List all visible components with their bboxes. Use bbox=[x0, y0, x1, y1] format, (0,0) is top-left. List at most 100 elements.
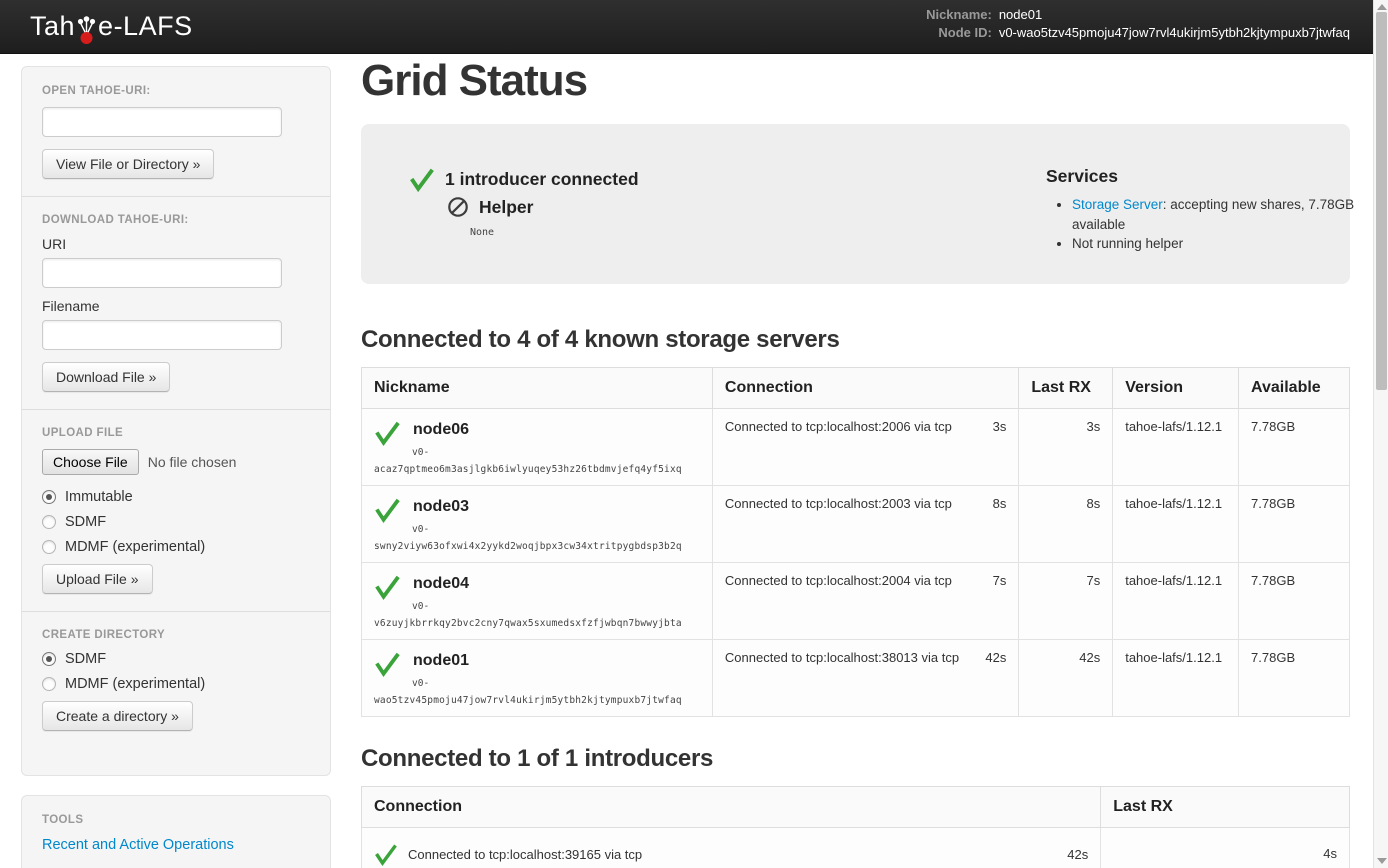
radio-label: SDMF bbox=[65, 651, 106, 667]
scrollbar-thumb[interactable] bbox=[1376, 12, 1387, 390]
file-chosen-status: No file chosen bbox=[148, 454, 237, 470]
tools-heading: TOOLS bbox=[42, 814, 310, 826]
radio-selected-icon[interactable] bbox=[42, 490, 56, 504]
section-divider bbox=[22, 409, 330, 410]
introducer-status-text: 1 introducer connected bbox=[445, 169, 639, 190]
server-available: 7.78GB bbox=[1239, 640, 1350, 717]
main-content: Grid Status 1 introducer connected Helpe… bbox=[361, 0, 1350, 868]
table-row: node03 v0- swny2viyw63ofxwi4x2yykd2woqjb… bbox=[362, 486, 1350, 563]
col-header-connection: Connection bbox=[712, 368, 1018, 409]
logo-text-suffix: e-LAFS bbox=[98, 11, 193, 42]
server-last-rx: 7s bbox=[1019, 563, 1113, 640]
upload-format-option-sdmf[interactable]: SDMF bbox=[42, 514, 310, 530]
open-uri-heading: OPEN TAHOE-URI: bbox=[42, 85, 310, 97]
col-header-nickname: Nickname bbox=[362, 368, 713, 409]
upload-file-section: UPLOAD FILE Choose File No file chosen I… bbox=[42, 427, 310, 594]
choose-file-button[interactable]: Choose File bbox=[42, 449, 139, 475]
filename-field-label: Filename bbox=[42, 298, 310, 314]
recent-operations-link[interactable]: Recent and Active Operations bbox=[42, 837, 234, 853]
green-check-icon bbox=[374, 842, 398, 866]
service-storage-item: Storage Server: accepting new shares, 7.… bbox=[1072, 195, 1376, 234]
view-file-or-directory-button[interactable]: View File or Directory » bbox=[42, 149, 214, 179]
server-nickname: node04 bbox=[413, 573, 469, 593]
storage-server-link[interactable]: Storage Server bbox=[1072, 197, 1163, 212]
radio-unselected-icon[interactable] bbox=[42, 515, 56, 529]
create-directory-section: CREATE DIRECTORY SDMF MDMF (experimental… bbox=[42, 629, 310, 731]
radio-label: MDMF (experimental) bbox=[65, 676, 205, 692]
green-check-icon bbox=[409, 166, 435, 192]
server-id-prefix: v0- bbox=[412, 678, 700, 689]
connection-age: 3s bbox=[993, 419, 1007, 434]
services-panel: Services Storage Server: accepting new s… bbox=[1046, 166, 1376, 254]
radio-label: Immutable bbox=[65, 489, 133, 505]
sidebar-tools-panel: TOOLS Recent and Active Operations bbox=[21, 795, 331, 868]
server-last-rx: 8s bbox=[1019, 486, 1113, 563]
scroll-up-arrow-icon[interactable] bbox=[1377, 4, 1387, 10]
dir-format-option-mdmf[interactable]: MDMF (experimental) bbox=[42, 676, 310, 692]
create-directory-heading: CREATE DIRECTORY bbox=[42, 629, 310, 641]
server-id-hash: acaz7qptmeo6m3asjlgkb6iwlyuqey53hz26tbdm… bbox=[374, 464, 700, 475]
server-nickname: node01 bbox=[413, 650, 469, 670]
helper-label: Helper bbox=[479, 197, 533, 218]
server-id-prefix: v0- bbox=[412, 601, 700, 612]
connection-age: 42s bbox=[1067, 847, 1088, 862]
server-available: 7.78GB bbox=[1239, 409, 1350, 486]
open-uri-section: OPEN TAHOE-URI: View File or Directory » bbox=[42, 85, 310, 179]
green-check-icon bbox=[374, 419, 401, 446]
tahoe-lafs-logo: Tah e-LAFS bbox=[30, 11, 193, 42]
server-version: tahoe-lafs/1.12.1 bbox=[1113, 409, 1239, 486]
radio-selected-icon[interactable] bbox=[42, 652, 56, 666]
download-uri-section: DOWNLOAD TAHOE-URI: URI Filename Downloa… bbox=[42, 214, 310, 392]
table-header-row: Connection Last RX bbox=[362, 787, 1350, 828]
service-helper-item: Not running helper bbox=[1072, 234, 1376, 254]
server-connection: Connected to tcp:localhost:38013 via tcp bbox=[725, 650, 959, 665]
logo-text-prefix: Tah bbox=[30, 11, 75, 42]
server-id-prefix: v0- bbox=[412, 524, 700, 535]
create-directory-button[interactable]: Create a directory » bbox=[42, 701, 193, 731]
radio-unselected-icon[interactable] bbox=[42, 677, 56, 691]
open-uri-input[interactable] bbox=[42, 107, 282, 137]
server-version: tahoe-lafs/1.12.1 bbox=[1113, 640, 1239, 717]
connection-age: 42s bbox=[985, 650, 1006, 665]
introducers-table: Connection Last RX Connected to tcp:loca… bbox=[361, 786, 1350, 868]
download-uri-input[interactable] bbox=[42, 258, 282, 288]
upload-format-option-mdmf[interactable]: MDMF (experimental) bbox=[42, 539, 310, 555]
introducer-status: 1 introducer connected bbox=[409, 166, 639, 192]
table-row: node01 v0- wao5tzv45pmoju47jow7rvl4ukirj… bbox=[362, 640, 1350, 717]
radio-label: SDMF bbox=[65, 514, 106, 530]
no-entry-icon bbox=[447, 196, 469, 218]
download-uri-heading: DOWNLOAD TAHOE-URI: bbox=[42, 214, 310, 226]
vertical-scrollbar[interactable] bbox=[1373, 0, 1388, 868]
radio-unselected-icon[interactable] bbox=[42, 540, 56, 554]
upload-file-button[interactable]: Upload File » bbox=[42, 564, 153, 594]
green-check-icon bbox=[374, 496, 401, 523]
connection-age: 7s bbox=[993, 573, 1007, 588]
server-id-prefix: v0- bbox=[412, 447, 700, 458]
download-filename-input[interactable] bbox=[42, 320, 282, 350]
services-heading: Services bbox=[1046, 166, 1376, 187]
table-header-row: Nickname Connection Last RX Version Avai… bbox=[362, 368, 1350, 409]
col-header-version: Version bbox=[1113, 368, 1239, 409]
section-divider bbox=[22, 196, 330, 197]
server-connection: Connected to tcp:localhost:2003 via tcp bbox=[725, 496, 952, 511]
col-header-last-rx: Last RX bbox=[1101, 787, 1350, 828]
col-header-last-rx: Last RX bbox=[1019, 368, 1113, 409]
download-file-button[interactable]: Download File » bbox=[42, 362, 170, 392]
dir-format-option-sdmf[interactable]: SDMF bbox=[42, 651, 310, 667]
server-id-hash: wao5tzv45pmoju47jow7rvl4ukirjm5ytbh2kjty… bbox=[374, 695, 700, 706]
introducer-last-rx: 4s bbox=[1101, 828, 1350, 868]
tahoe-balloon-icon bbox=[76, 16, 97, 45]
server-id-hash: swny2viyw63ofxwi4x2yykd2woqjbpx3cw34xtri… bbox=[374, 541, 700, 552]
storage-servers-heading: Connected to 4 of 4 known storage server… bbox=[361, 326, 1350, 354]
introducers-heading: Connected to 1 of 1 introducers bbox=[361, 745, 1350, 773]
server-version: tahoe-lafs/1.12.1 bbox=[1113, 563, 1239, 640]
page-title: Grid Status bbox=[361, 58, 1350, 104]
helper-value: None bbox=[470, 227, 494, 238]
scroll-down-arrow-icon[interactable] bbox=[1377, 858, 1387, 864]
server-id-hash: v6zuyjkbrrkqy2bvc2cny7qwax5sxumedsxfzfjw… bbox=[374, 618, 700, 629]
server-nickname: node06 bbox=[413, 419, 469, 439]
upload-file-heading: UPLOAD FILE bbox=[42, 427, 310, 439]
upload-format-option-immutable[interactable]: Immutable bbox=[42, 489, 310, 505]
server-nickname: node03 bbox=[413, 496, 469, 516]
server-last-rx: 42s bbox=[1019, 640, 1113, 717]
